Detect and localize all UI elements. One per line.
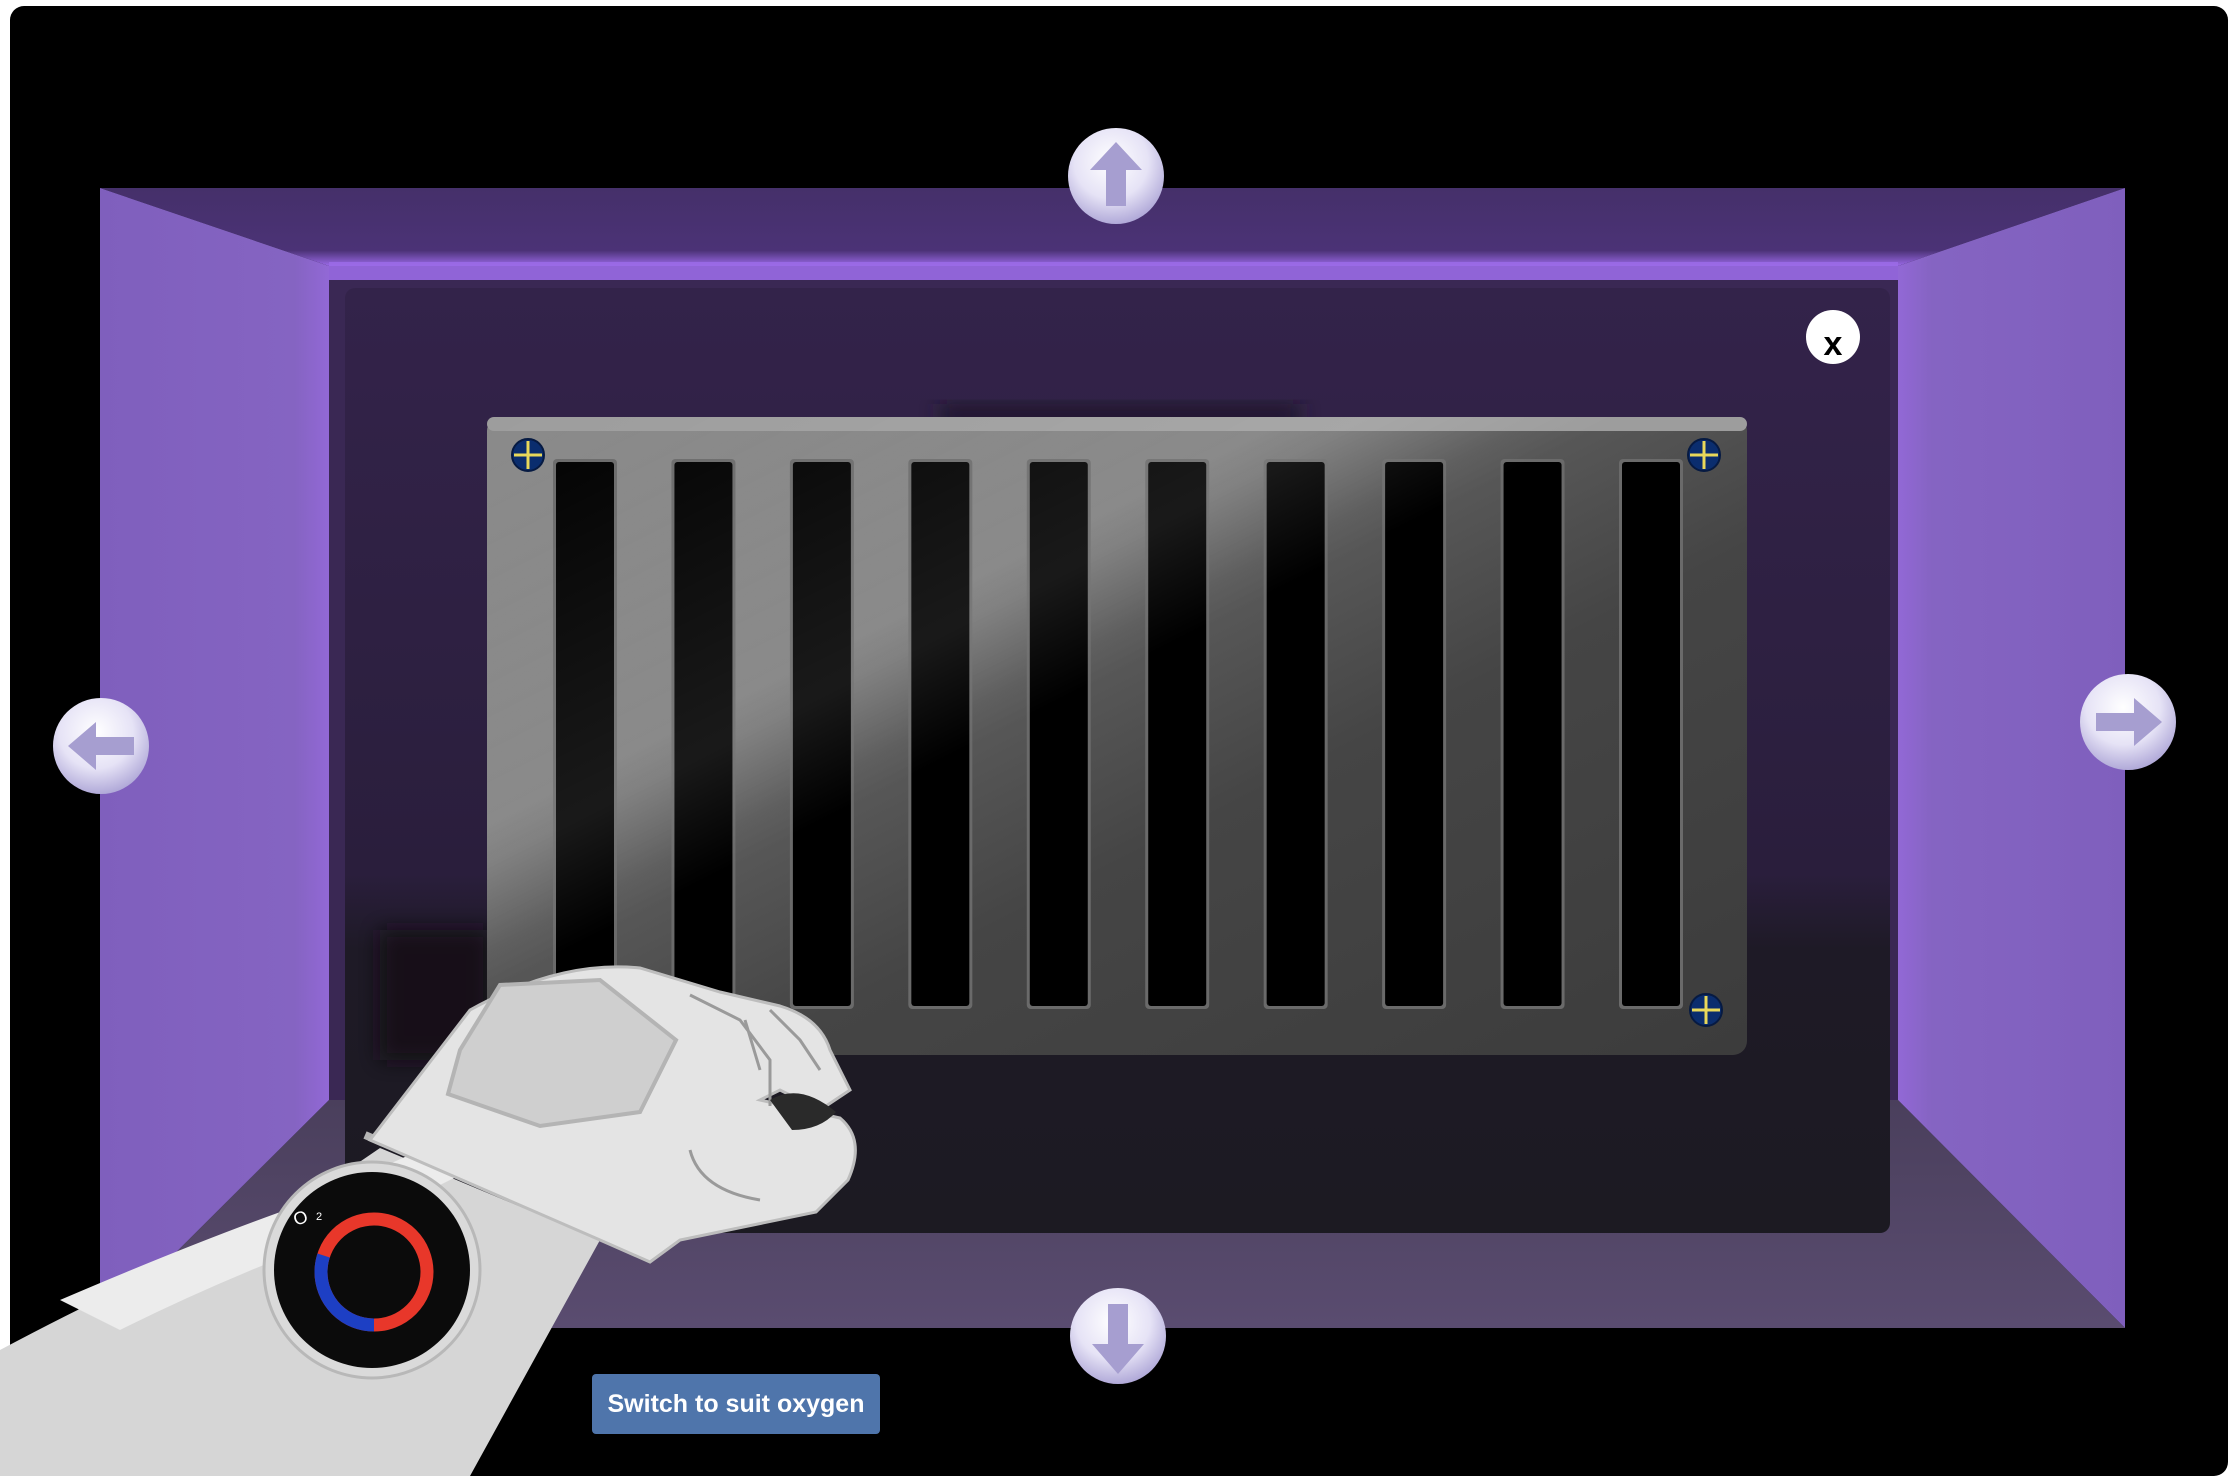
close-label: x xyxy=(1824,325,1843,363)
nav-up-button[interactable] xyxy=(1068,128,1164,224)
nav-left-button[interactable] xyxy=(53,698,149,794)
gauge-label-sub: 2 xyxy=(316,1211,322,1223)
screw-top-right[interactable] xyxy=(1687,438,1721,472)
switch-to-suit-oxygen-button[interactable]: Switch to suit oxygen xyxy=(592,1374,880,1434)
screw-bottom-right[interactable] xyxy=(1689,993,1723,1027)
oxygen-gauge: O 2 xyxy=(262,1160,482,1380)
vent-sheen xyxy=(487,417,1747,1055)
ceiling-light-strip xyxy=(329,262,1898,280)
gauge-face xyxy=(274,1172,470,1368)
close-button[interactable]: x xyxy=(1806,310,1860,364)
nav-down-button[interactable] xyxy=(1070,1288,1166,1384)
game-scene: x O 2 xyxy=(0,6,2228,1476)
nav-right-button[interactable] xyxy=(2080,674,2176,770)
vent-cover[interactable] xyxy=(487,417,1747,1055)
screw-top-left[interactable] xyxy=(511,438,545,472)
